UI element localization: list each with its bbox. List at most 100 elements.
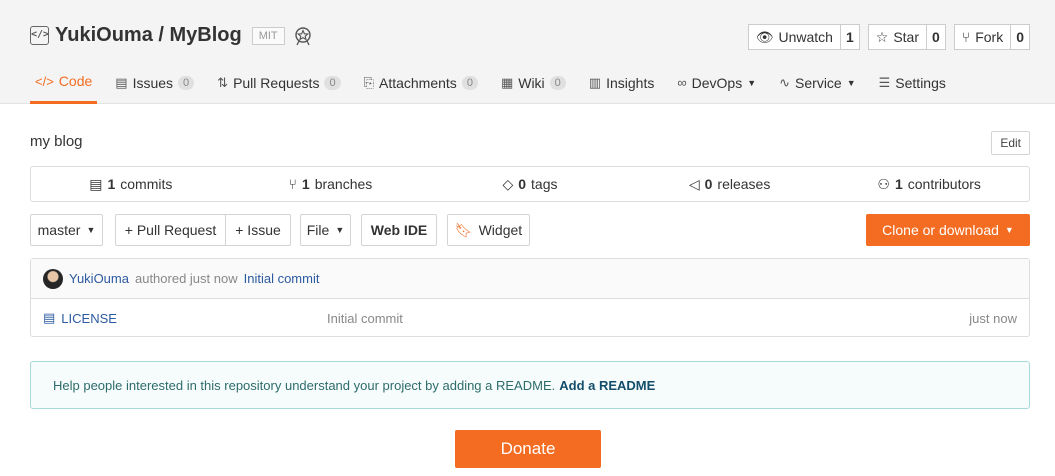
star-button[interactable]: ☆ Star 0 (867, 24, 946, 50)
tag-icon: ◇ (502, 175, 514, 192)
wiki-count: 0 (549, 75, 566, 90)
tab-devops[interactable]: ∞ DevOps ▼ (672, 64, 761, 101)
stat-contributors[interactable]: ⚇ 1 contributors (829, 167, 1029, 201)
readme-hint: Help people interested in this repositor… (30, 361, 1030, 409)
license-badge[interactable]: MIT (251, 26, 285, 45)
tab-attachments[interactable]: ⎘ Attachments 0 (359, 64, 483, 101)
repo-nav: </> Code ▤ Issues 0 ⇅ Pull Requests 0 ⎘ … (30, 64, 964, 104)
tab-insights-label: Insights (606, 74, 655, 91)
chevron-down-icon: ▼ (86, 225, 96, 235)
tab-issues[interactable]: ▤ Issues 0 (110, 64, 199, 101)
issues-count: 0 (178, 75, 195, 90)
chevron-down-icon: ▼ (846, 77, 856, 88)
table-row[interactable]: ▤ LICENSE Initial commit just now (31, 299, 1029, 337)
repo-description: my blog (30, 133, 83, 150)
commit-meta: authored just now (134, 271, 238, 286)
commit-author-link[interactable]: YukiOuma (69, 271, 129, 286)
contributors-count: 1 (894, 176, 903, 192)
medal-icon[interactable] (293, 26, 313, 46)
chevron-down-icon: ▼ (747, 77, 757, 88)
commits-label: commits (120, 176, 173, 192)
star-count[interactable]: 0 (927, 25, 945, 49)
file-menu-button[interactable]: File ▼ (300, 214, 351, 246)
watch-count[interactable]: 1 (841, 25, 859, 49)
tab-devops-label: DevOps (691, 74, 743, 91)
file-menu-label: File (306, 222, 330, 238)
tab-pull-requests-label: Pull Requests (233, 74, 320, 91)
avatar[interactable] (43, 268, 63, 289)
issues-icon: ▤ (115, 74, 128, 90)
tab-settings[interactable]: ☰ Settings (874, 64, 951, 101)
tab-code-label: Code (58, 73, 93, 89)
commits-count: 1 (107, 176, 116, 192)
releases-label: releases (717, 176, 771, 192)
tab-code[interactable]: </> Code (30, 64, 98, 104)
branch-select-label: master (37, 222, 81, 238)
releases-count: 0 (704, 176, 713, 192)
repo-stats-bar: ▤ 1 commits ⑂ 1 branches ◇ 0 tags ◁ 0 re… (30, 166, 1030, 202)
donate-button[interactable]: Donate (455, 430, 601, 468)
latest-commit-box: YukiOuma authored just now Initial commi… (30, 258, 1030, 337)
file-name[interactable]: LICENSE (61, 311, 117, 326)
release-icon: ◁ (688, 175, 700, 192)
pull-requests-count: 0 (324, 75, 341, 90)
tab-pull-requests[interactable]: ⇅ Pull Requests 0 (212, 64, 345, 101)
stat-branches[interactable]: ⑂ 1 branches (231, 167, 431, 201)
file-icon: ▤ (43, 310, 56, 325)
file-commit-message[interactable]: Initial commit (327, 311, 969, 326)
fork-button[interactable]: ⑂ Fork 0 (953, 24, 1030, 50)
wiki-icon: ▦ (500, 74, 514, 90)
stat-releases[interactable]: ◁ 0 releases (630, 167, 830, 201)
branch-icon: ⑂ (288, 176, 297, 192)
commits-icon: ▤ (89, 175, 103, 192)
branch-select[interactable]: master ▼ (30, 214, 103, 246)
repo-actions: 👁 Unwatch 1 ☆ Star 0 ⑂ Fork 0 (747, 24, 1030, 50)
chevron-down-icon: ▼ (335, 225, 345, 235)
stat-commits[interactable]: ▤ 1 commits (31, 167, 231, 201)
widget-label: Widget (478, 222, 523, 238)
code-repo-icon: </> (30, 26, 49, 45)
contributors-icon: ⚇ (877, 175, 890, 192)
file-toolbar: master ▼ + Pull Request + Issue File ▼ W… (30, 214, 1030, 246)
fork-count[interactable]: 0 (1011, 25, 1029, 49)
tab-service-label: Service (795, 74, 842, 91)
new-issue-button[interactable]: + Issue (225, 214, 291, 246)
commit-message-link[interactable]: Initial commit (244, 271, 320, 286)
fork-icon: ⑂ (961, 29, 971, 45)
tab-attachments-label: Attachments (378, 74, 457, 91)
readme-hint-text: Help people interested in this repositor… (53, 377, 556, 393)
new-pull-request-button[interactable]: + Pull Request (115, 214, 226, 246)
repo-title-bar: </> YukiOuma / MyBlog MIT (30, 24, 313, 47)
tab-insights[interactable]: ▥ Insights (584, 64, 660, 101)
file-time: just now (969, 310, 1017, 326)
tags-count: 0 (518, 176, 527, 192)
bookmark-icon: 🔖︎ (454, 221, 473, 238)
settings-icon: ☰ (878, 74, 891, 90)
repo-name[interactable]: YukiOuma / MyBlog (55, 24, 242, 47)
eye-icon: 👁 (755, 28, 774, 45)
tab-service[interactable]: ∿ Service ▼ (774, 64, 861, 101)
stat-tags[interactable]: ◇ 0 tags (430, 167, 630, 201)
tab-wiki[interactable]: ▦ Wiki 0 (496, 64, 571, 101)
add-readme-link[interactable]: Add a README (559, 378, 655, 393)
code-icon: </> (35, 73, 54, 89)
tab-wiki-label: Wiki (518, 74, 545, 91)
fork-label: Fork (975, 29, 1004, 45)
web-ide-button[interactable]: Web IDE (361, 214, 437, 246)
branches-count: 1 (301, 176, 310, 192)
clone-download-label: Clone or download (882, 222, 999, 238)
tags-label: tags (531, 176, 558, 192)
contributors-label: contributors (907, 176, 981, 192)
unwatch-button[interactable]: 👁 Unwatch 1 (747, 24, 860, 50)
pull-request-icon: ⇅ (217, 74, 229, 90)
clone-download-button[interactable]: Clone or download ▼ (866, 214, 1030, 246)
tab-settings-label: Settings (895, 74, 946, 91)
widget-button[interactable]: 🔖︎ Widget (447, 214, 530, 246)
file-name-cell[interactable]: ▤ LICENSE (43, 310, 327, 326)
chevron-down-icon: ▼ (1004, 225, 1014, 235)
star-label: Star (893, 29, 919, 45)
pulse-icon: ∿ (779, 74, 791, 90)
edit-button[interactable]: Edit (991, 131, 1030, 155)
infinity-icon: ∞ (677, 75, 687, 90)
branches-label: branches (314, 176, 373, 192)
